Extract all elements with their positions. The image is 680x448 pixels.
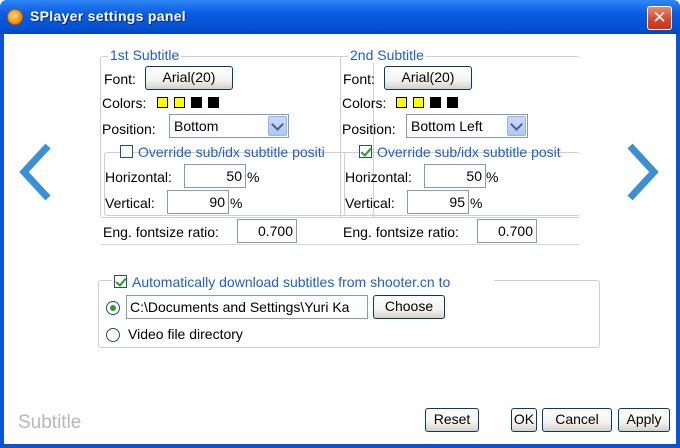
chevron-left-icon[interactable] — [18, 142, 54, 202]
close-button[interactable]: ✕ — [647, 6, 672, 30]
second-vertical-label: Vertical: — [345, 195, 395, 211]
first-colors-label: Colors: — [102, 95, 147, 111]
panel-divider — [100, 244, 580, 245]
reset-button[interactable]: Reset — [425, 408, 479, 432]
first-position-value: Bottom — [174, 118, 219, 134]
chevron-down-icon[interactable] — [507, 116, 526, 136]
second-font-button[interactable]: Arial(20) — [384, 66, 472, 90]
second-vertical-input[interactable]: 95 — [407, 190, 469, 214]
title-bar[interactable]: ◔ SPlayer settings panel ✕ — [0, 0, 680, 34]
second-horizontal-percent: % — [486, 169, 499, 185]
second-subtitle-legend: 2nd Subtitle — [348, 47, 426, 63]
first-ratio-input[interactable]: 0.700 — [237, 219, 297, 243]
second-horizontal-label: Horizontal: — [345, 169, 412, 185]
first-horizontal-label: Horizontal: — [105, 169, 172, 185]
second-override-label[interactable]: Override sub/idx subtitle posit — [377, 144, 580, 160]
chevron-right-icon[interactable] — [624, 142, 660, 202]
auto-download-checkbox[interactable] — [114, 275, 127, 288]
first-color-swatch-3[interactable] — [191, 97, 202, 108]
first-font-label: Font: — [104, 71, 136, 87]
splayer-app-icon: ◔ — [7, 9, 23, 25]
second-color-swatch-3[interactable] — [430, 97, 441, 108]
first-color-swatch-2[interactable] — [174, 97, 185, 108]
first-ratio-label: Eng. fontsize ratio: — [103, 224, 219, 240]
first-color-swatch-1[interactable] — [157, 97, 168, 108]
download-path-input[interactable]: C:\Documents and Settings\Yuri Ka — [126, 295, 368, 319]
second-color-swatch-4[interactable] — [447, 97, 458, 108]
second-color-swatch-2[interactable] — [413, 97, 424, 108]
second-position-label: Position: — [342, 121, 396, 137]
first-override-label[interactable]: Override sub/idx subtitle positi — [138, 144, 360, 160]
second-colors-label: Colors: — [342, 95, 387, 111]
first-position-select[interactable]: Bottom — [169, 114, 289, 138]
first-vertical-input[interactable]: 90 — [167, 190, 229, 214]
first-font-button[interactable]: Arial(20) — [145, 66, 233, 90]
second-ratio-input[interactable]: 0.700 — [477, 219, 537, 243]
apply-button[interactable]: Apply — [618, 408, 670, 432]
section-label: Subtitle — [18, 412, 82, 433]
second-ratio-label: Eng. fontsize ratio: — [343, 224, 459, 240]
settings-window: ◔ SPlayer settings panel ✕ 1st Subtitle … — [0, 0, 680, 448]
second-position-value: Bottom Left — [411, 118, 483, 134]
choose-button[interactable]: Choose — [373, 295, 445, 319]
path-radio[interactable] — [106, 301, 120, 315]
client-area: 1st Subtitle Font: Arial(20) Colors: Pos… — [4, 34, 676, 444]
video-dir-radio[interactable] — [106, 328, 120, 342]
first-vertical-label: Vertical: — [105, 195, 155, 211]
second-override-checkbox[interactable] — [359, 145, 372, 158]
first-horizontal-percent: % — [247, 169, 260, 185]
window-title: SPlayer settings panel — [30, 8, 186, 24]
first-horizontal-input[interactable]: 50 — [184, 164, 246, 188]
cancel-button[interactable]: Cancel — [542, 408, 612, 432]
second-color-swatch-1[interactable] — [396, 97, 407, 108]
auto-download-label[interactable]: Automatically download subtitles from sh… — [132, 274, 450, 290]
second-position-select[interactable]: Bottom Left — [406, 114, 528, 138]
ok-button[interactable]: OK — [511, 408, 537, 432]
second-font-label: Font: — [343, 71, 375, 87]
first-position-label: Position: — [102, 121, 156, 137]
first-override-checkbox[interactable] — [120, 145, 133, 158]
chevron-down-icon[interactable] — [268, 116, 287, 136]
second-horizontal-input[interactable]: 50 — [424, 164, 486, 188]
first-vertical-percent: % — [230, 195, 243, 211]
video-dir-label[interactable]: Video file directory — [128, 326, 243, 342]
first-subtitle-legend: 1st Subtitle — [108, 47, 182, 63]
first-color-swatch-4[interactable] — [208, 97, 219, 108]
second-vertical-percent: % — [470, 195, 483, 211]
